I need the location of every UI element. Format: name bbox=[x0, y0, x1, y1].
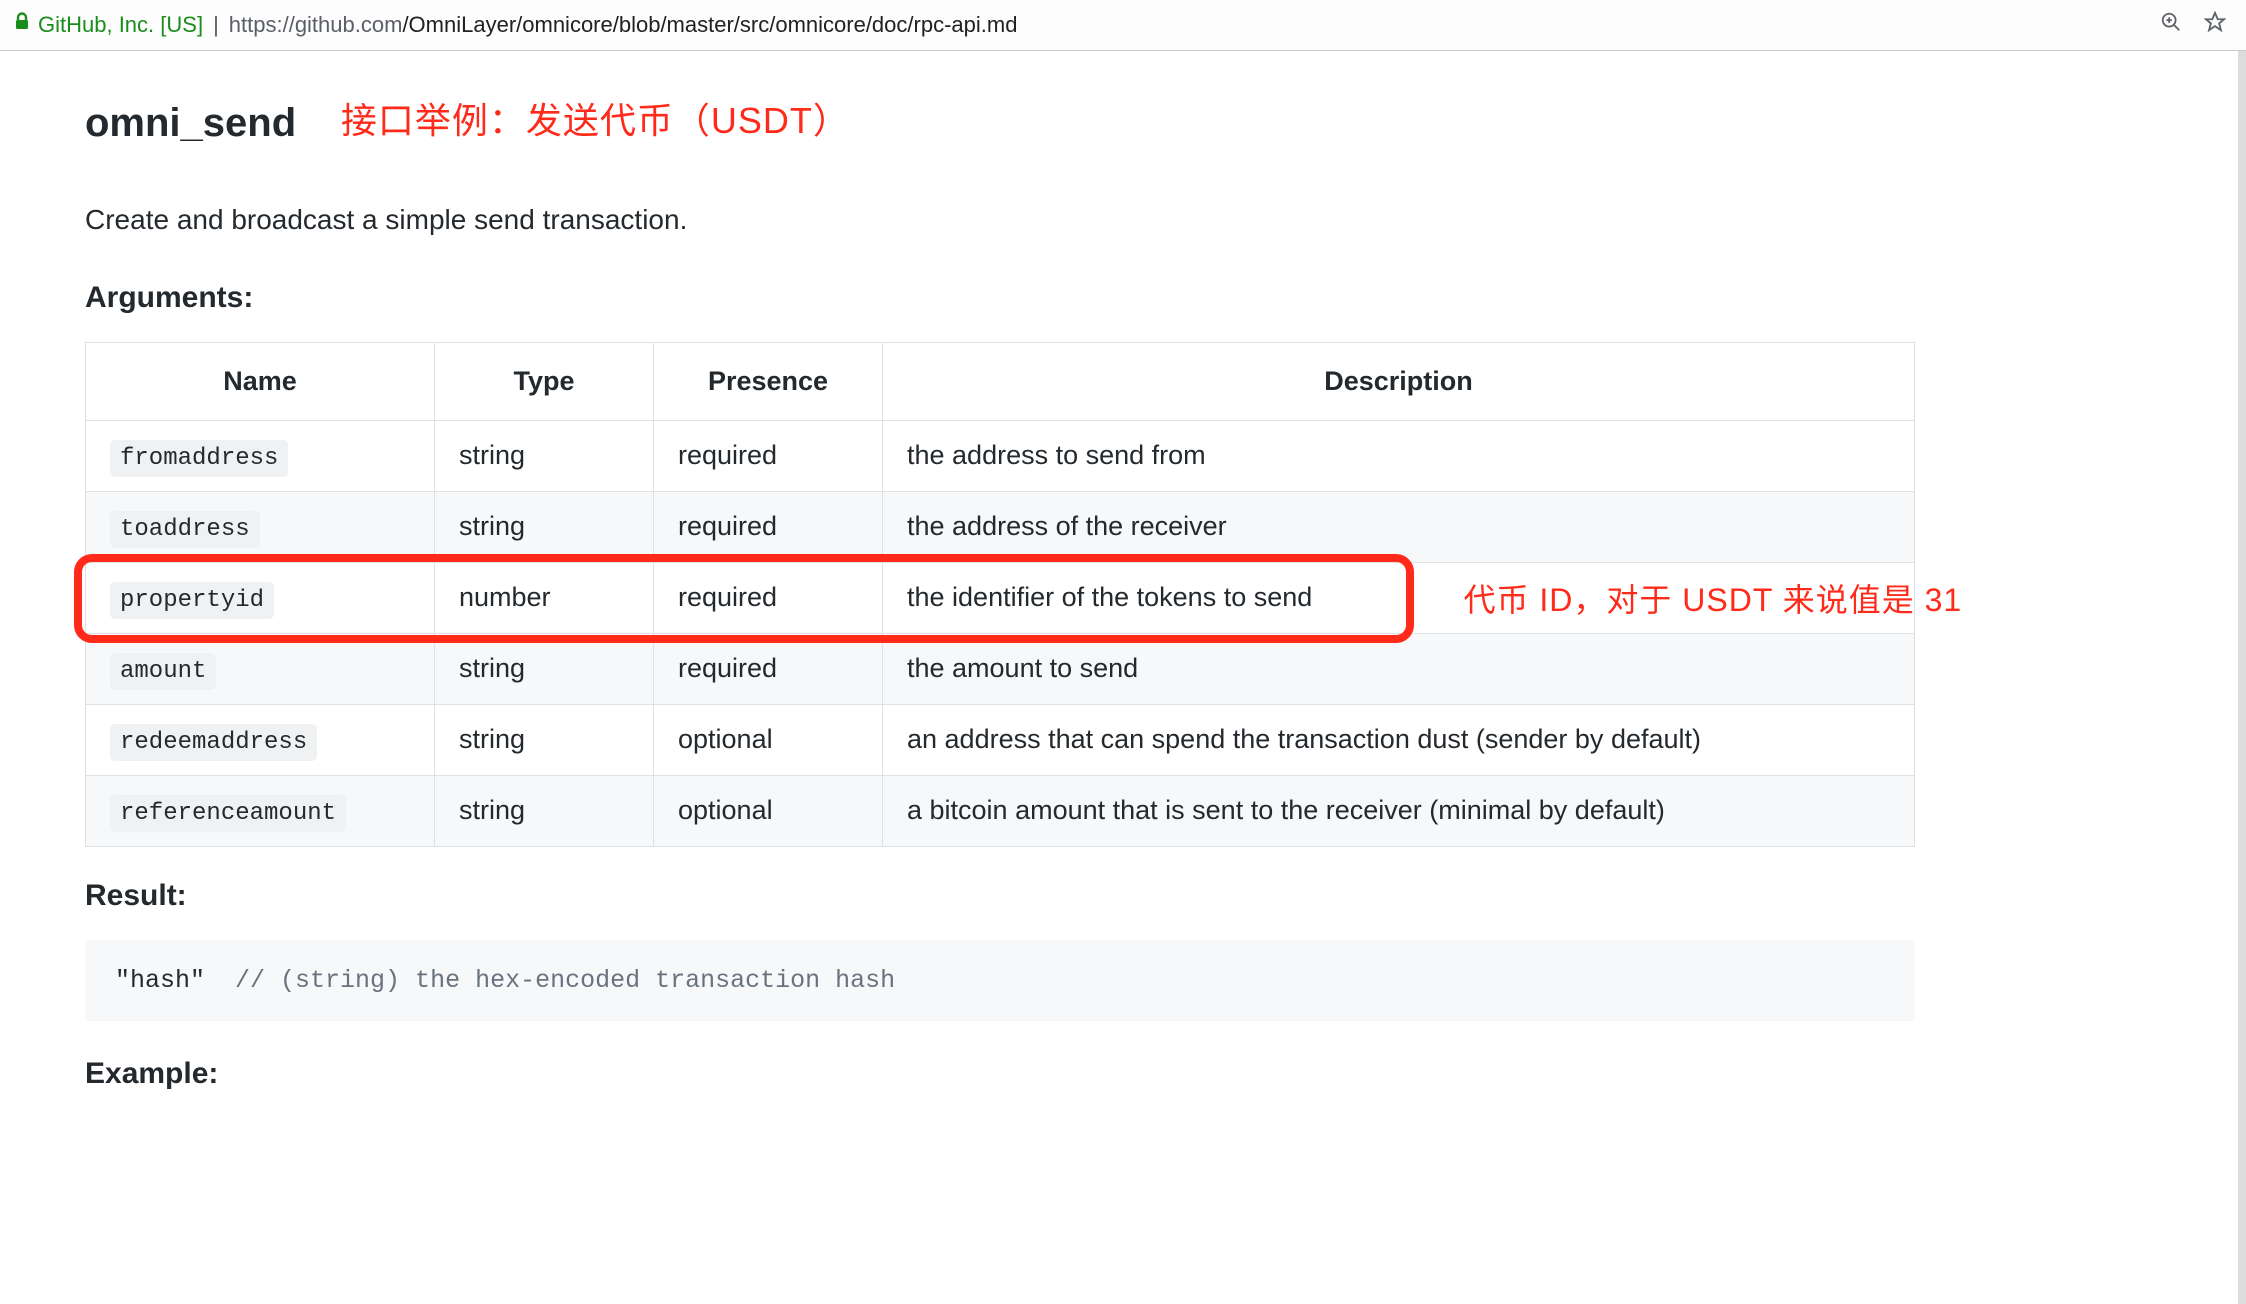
result-code-block: "hash" // (string) the hex-encoded trans… bbox=[85, 940, 1915, 1022]
param-desc: an address that can spend the transactio… bbox=[883, 704, 1915, 775]
address-separator: | bbox=[213, 8, 219, 41]
col-name: Name bbox=[86, 343, 435, 421]
arguments-heading: Arguments: bbox=[85, 275, 2085, 320]
browser-address-bar: GitHub, Inc. [US] | https://github.com/O… bbox=[0, 0, 2246, 51]
zoom-icon[interactable] bbox=[2160, 5, 2182, 44]
param-type: string bbox=[435, 491, 654, 562]
param-presence: required bbox=[654, 420, 883, 491]
bookmark-star-icon[interactable] bbox=[2204, 5, 2226, 44]
param-desc: a bitcoin amount that is sent to the rec… bbox=[883, 775, 1915, 846]
col-description: Description bbox=[883, 343, 1915, 421]
param-presence: optional bbox=[654, 704, 883, 775]
result-value: "hash" bbox=[115, 966, 235, 995]
table-row: referenceamount string optional a bitcoi… bbox=[86, 775, 1915, 846]
param-name: referenceamount bbox=[110, 795, 346, 832]
param-presence: required bbox=[654, 562, 883, 633]
param-name: propertyid bbox=[110, 582, 274, 619]
param-type: string bbox=[435, 420, 654, 491]
url-display[interactable]: https://github.com/OmniLayer/omnicore/bl… bbox=[229, 8, 1018, 41]
param-presence: required bbox=[654, 633, 883, 704]
param-presence: optional bbox=[654, 775, 883, 846]
example-heading: Example: bbox=[85, 1051, 2085, 1096]
param-type: number bbox=[435, 562, 654, 633]
table-row: redeemaddress string optional an address… bbox=[86, 704, 1915, 775]
param-type: string bbox=[435, 775, 654, 846]
param-name: fromaddress bbox=[110, 440, 288, 477]
heading-row: omni_send 接口举例：发送代币（USDT） bbox=[85, 73, 2085, 171]
param-type: string bbox=[435, 704, 654, 775]
ssl-cert-name: GitHub, Inc. [US] bbox=[38, 8, 203, 41]
heading-annotation: 接口举例：发送代币（USDT） bbox=[341, 100, 850, 141]
url-path: /OmniLayer/omnicore/blob/master/src/omni… bbox=[402, 12, 1017, 37]
param-desc: the address of the receiver bbox=[883, 491, 1915, 562]
col-type: Type bbox=[435, 343, 654, 421]
table-row: amount string required the amount to sen… bbox=[86, 633, 1915, 704]
api-method-heading: omni_send bbox=[85, 93, 296, 153]
table-header-row: Name Type Presence Description bbox=[86, 343, 1915, 421]
param-type: string bbox=[435, 633, 654, 704]
lock-icon bbox=[14, 9, 30, 39]
arguments-table-wrap: Name Type Presence Description fromaddre… bbox=[85, 342, 2085, 847]
table-row: toaddress string required the address of… bbox=[86, 491, 1915, 562]
url-host: https://github.com bbox=[229, 12, 403, 37]
page-body: omni_send 接口举例：发送代币（USDT） Create and bro… bbox=[0, 51, 2246, 1304]
result-comment: // (string) the hex-encoded transaction … bbox=[235, 966, 895, 995]
col-presence: Presence bbox=[654, 343, 883, 421]
param-name: amount bbox=[110, 653, 216, 690]
result-heading: Result: bbox=[85, 873, 2085, 918]
api-description: Create and broadcast a simple send trans… bbox=[85, 199, 2085, 241]
row-side-annotation: 代币 ID，对于 USDT 来说值是 31 bbox=[1464, 576, 1963, 624]
param-presence: required bbox=[654, 491, 883, 562]
param-desc: the amount to send bbox=[883, 633, 1915, 704]
param-name: redeemaddress bbox=[110, 724, 317, 761]
table-row: fromaddress string required the address … bbox=[86, 420, 1915, 491]
param-name: toaddress bbox=[110, 511, 260, 548]
param-desc: the address to send from bbox=[883, 420, 1915, 491]
content-area: omni_send 接口举例：发送代币（USDT） Create and bro… bbox=[0, 51, 2145, 1158]
